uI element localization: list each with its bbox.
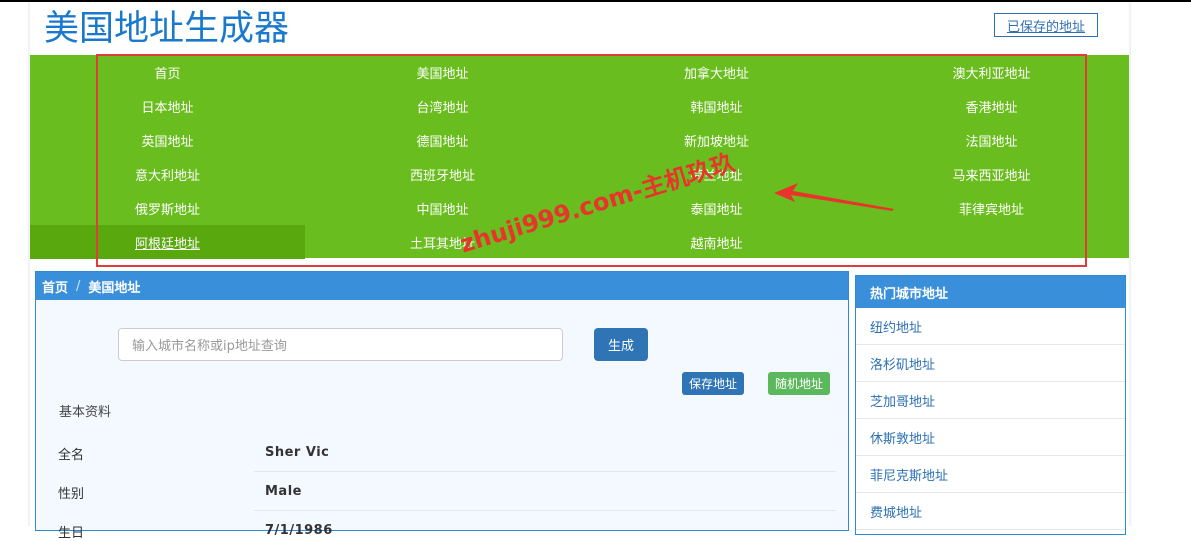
site-logo[interactable]: 美国地址生成器 — [44, 7, 289, 51]
fullname-value: Sher Vic — [265, 445, 330, 460]
breadcrumb-current: 美国地址 — [88, 280, 141, 296]
breadcrumb-separator: / — [76, 278, 81, 294]
city-link-phoenix[interactable]: 菲尼克斯地址 — [856, 456, 1125, 493]
nav-item-korea[interactable]: 韩国地址 — [579, 89, 854, 123]
nav-item-japan[interactable]: 日本地址 — [30, 89, 305, 123]
city-link-philadelphia[interactable]: 费城地址 — [856, 493, 1125, 530]
nav-item-france[interactable]: 法国地址 — [854, 123, 1129, 157]
breadcrumb-home[interactable]: 首页 — [42, 277, 68, 296]
nav-item-taiwan[interactable]: 台湾地址 — [305, 89, 580, 123]
city-link-chicago[interactable]: 芝加哥地址 — [856, 382, 1125, 419]
row-divider — [254, 510, 836, 511]
city-ip-search-input[interactable]: 输入城市名称或ip地址查询 — [118, 328, 563, 361]
gender-value: Male — [265, 484, 302, 499]
nav-item-argentina[interactable]: 阿根廷地址 — [30, 225, 305, 259]
gender-label: 性别 — [58, 487, 85, 502]
nav-item-vietnam[interactable]: 越南地址 — [579, 225, 854, 259]
nav-item-spain[interactable]: 西班牙地址 — [305, 157, 580, 191]
city-link-losangeles[interactable]: 洛杉矶地址 — [856, 345, 1125, 382]
popular-cities-panel: 热门城市地址 纽约地址 洛杉矶地址 芝加哥地址 休斯敦地址 菲尼克斯地址 费城地… — [855, 275, 1126, 535]
row-divider — [254, 471, 836, 472]
fullname-label: 全名 — [58, 448, 85, 463]
birthday-label: 生日 — [58, 526, 85, 541]
city-link-newyork[interactable]: 纽约地址 — [856, 308, 1125, 345]
nav-item-hongkong[interactable]: 香港地址 — [854, 89, 1129, 123]
nav-item-home[interactable]: 首页 — [30, 55, 305, 89]
address-panel: 首页 / 美国地址 输入城市名称或ip地址查询 生成 保存地址 随机地址 基本资… — [35, 271, 849, 541]
annotation-arrow-icon — [774, 183, 894, 211]
popular-cities-title: 热门城市地址 — [856, 276, 1125, 308]
city-link-houston[interactable]: 休斯敦地址 — [856, 419, 1125, 456]
country-nav: 首页 美国地址 加拿大地址 澳大利亚地址 日本地址 台湾地址 韩国地址 香港地址… — [30, 55, 1129, 259]
generate-button[interactable]: 生成 — [594, 328, 648, 361]
nav-item-uk[interactable]: 英国地址 — [30, 123, 305, 157]
nav-item-germany[interactable]: 德国地址 — [305, 123, 580, 157]
random-address-button[interactable]: 随机地址 — [768, 372, 830, 395]
profile-section-title: 基本资料 — [59, 405, 112, 420]
birthday-value: 7/1/1986 — [265, 523, 333, 538]
nav-item-us[interactable]: 美国地址 — [305, 55, 580, 89]
save-address-button[interactable]: 保存地址 — [682, 372, 744, 395]
nav-item-italy[interactable]: 意大利地址 — [30, 157, 305, 191]
nav-item-russia[interactable]: 俄罗斯地址 — [30, 191, 305, 225]
window-top-border — [0, 0, 1191, 2]
nav-item-canada[interactable]: 加拿大地址 — [579, 55, 854, 89]
saved-addresses-link[interactable]: 已保存的地址 — [994, 13, 1098, 37]
nav-item-australia[interactable]: 澳大利亚地址 — [854, 55, 1129, 89]
breadcrumb: 首页 / 美国地址 — [36, 272, 848, 300]
